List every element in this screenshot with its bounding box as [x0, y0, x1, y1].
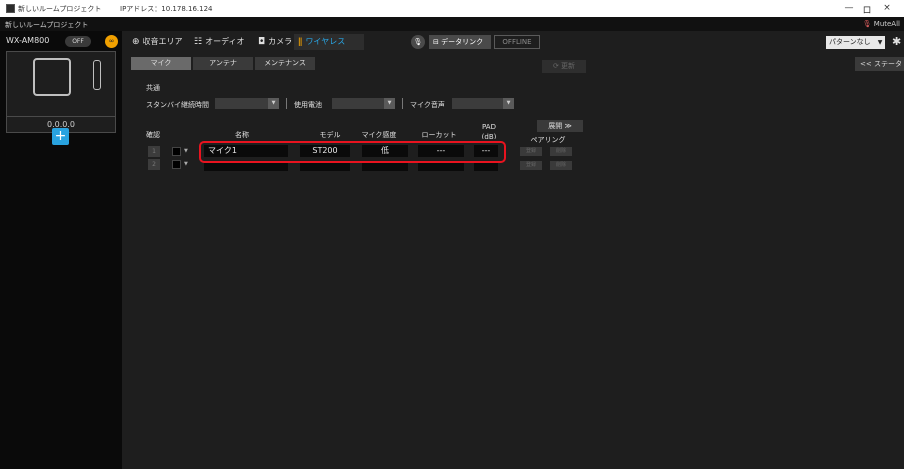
update-button: ⟳ 更新 — [542, 60, 586, 73]
color-swatch[interactable] — [172, 147, 181, 156]
highlight-box — [199, 141, 506, 163]
add-device-button[interactable]: + — [52, 128, 69, 145]
mute-icon: 🎙 — [862, 20, 872, 28]
row-number[interactable]: 2 — [148, 159, 160, 170]
chevron-down-icon[interactable]: ▼ — [875, 36, 885, 49]
pair-register-button: 登録 — [520, 161, 542, 170]
off-toggle[interactable]: OFF — [65, 36, 91, 47]
datalink-label: データリンク — [441, 38, 484, 46]
subtab-antenna[interactable]: アンテナ — [193, 57, 253, 70]
standby-select[interactable] — [215, 98, 269, 109]
maximize-button[interactable]: ロ — [860, 3, 874, 16]
divider — [402, 98, 403, 109]
device-card[interactable]: 0.0.0.0 — [6, 51, 116, 133]
link-icon[interactable]: ∞ — [105, 35, 118, 48]
ip-address: IPアドレス：10.178.16.124 — [120, 5, 213, 13]
subtab-mic[interactable]: マイク — [131, 57, 191, 70]
area-icon: ⊕ — [132, 37, 140, 47]
project-name: 新しいルームプロジェクト — [5, 21, 89, 29]
wireless-icon: ǁ — [298, 37, 303, 47]
window-title: 新しいルームプロジェクト — [18, 5, 102, 13]
header-model: モデル — [319, 131, 341, 139]
tab-camera-label: カメラ — [268, 37, 293, 46]
header-sensitivity: マイク感度 — [361, 131, 397, 139]
header-pad-unit: (dB) — [481, 133, 497, 139]
header-check: 確認 — [146, 131, 160, 139]
project-bar: 新しいルームプロジェクト 🎙 MuteAll — [0, 17, 904, 31]
tab-area[interactable]: ⊕ 収音エリア — [132, 36, 183, 47]
app-icon — [6, 4, 15, 13]
header-pairing: ペアリング — [530, 136, 566, 144]
tab-audio[interactable]: ☷ オーディオ — [194, 36, 245, 47]
minimize-button[interactable]: — — [842, 3, 856, 13]
expand-button[interactable]: 展開 ≫ — [537, 120, 583, 132]
chevron-down-icon[interactable]: ▼ — [184, 161, 188, 167]
datalink-icon: ⊟ — [433, 38, 439, 46]
status-toggle-button[interactable]: << ステータ — [855, 57, 904, 71]
window-titlebar: 新しいルームプロジェクト IPアドレス：10.178.16.124 — ロ × — [0, 0, 904, 17]
row-number[interactable]: 1 — [148, 146, 160, 157]
mute-all-button[interactable]: 🎙 MuteAll — [863, 20, 900, 28]
tab-wireless[interactable]: ǁ ワイヤレス — [298, 36, 345, 47]
pair-register-button: 登録 — [520, 147, 542, 156]
mic-sound-label: マイク音声 — [410, 101, 445, 109]
device-sidebar: WX-AM800 OFF ∞ 0.0.0.0 + — [0, 31, 122, 469]
tab-area-label: 収音エリア — [142, 37, 183, 46]
tab-wireless-label: ワイヤレス — [305, 37, 346, 46]
chevron-down-icon[interactable]: ▼ — [268, 98, 279, 109]
refresh-icon: ⟳ — [552, 62, 559, 70]
device-name: WX-AM800 — [6, 36, 50, 45]
header-pad: PAD — [482, 123, 496, 131]
header-name: 名称 — [235, 131, 249, 139]
standby-label: スタンバイ継続時間 — [146, 101, 209, 109]
gear-icon[interactable]: ✱ — [892, 35, 901, 48]
battery-select[interactable] — [332, 98, 384, 109]
chevron-down-icon[interactable]: ▼ — [384, 98, 395, 109]
wireless-mic-icon — [93, 60, 101, 90]
pair-delete-button: 削除 — [550, 147, 572, 156]
datalink-button[interactable]: ⊟ データリンク — [429, 35, 491, 49]
mic-sound-select[interactable] — [452, 98, 504, 109]
update-label: 更新 — [561, 62, 576, 70]
battery-label: 使用電池 — [294, 101, 322, 109]
divider — [286, 98, 287, 109]
pair-delete-button: 削除 — [550, 161, 572, 170]
ceiling-mic-icon — [33, 58, 71, 96]
offline-badge: OFFLINE — [494, 35, 540, 49]
top-nav: ⊕ 収音エリア ☷ オーディオ ◘ カメラ ǁ ワイヤレス 🎙 ⊟ データリンク OFF… — [122, 31, 904, 71]
audio-icon: ☷ — [194, 37, 203, 47]
close-button[interactable]: × — [880, 3, 894, 13]
color-swatch[interactable] — [172, 160, 181, 169]
header-lowcut: ローカット — [421, 131, 457, 139]
pattern-select[interactable]: パターンなし — [826, 36, 876, 49]
tab-camera[interactable]: ◘ カメラ — [258, 36, 292, 47]
subtab-maintenance[interactable]: メンテナンス — [255, 57, 315, 70]
camera-icon: ◘ — [258, 37, 266, 47]
common-heading: 共通 — [146, 84, 160, 92]
mute-all-label: MuteAll — [873, 20, 900, 28]
chevron-down-icon[interactable]: ▼ — [184, 148, 188, 154]
chevron-down-icon[interactable]: ▼ — [503, 98, 514, 109]
tab-audio-label: オーディオ — [205, 37, 245, 46]
mic-icon[interactable]: 🎙 — [411, 35, 425, 49]
